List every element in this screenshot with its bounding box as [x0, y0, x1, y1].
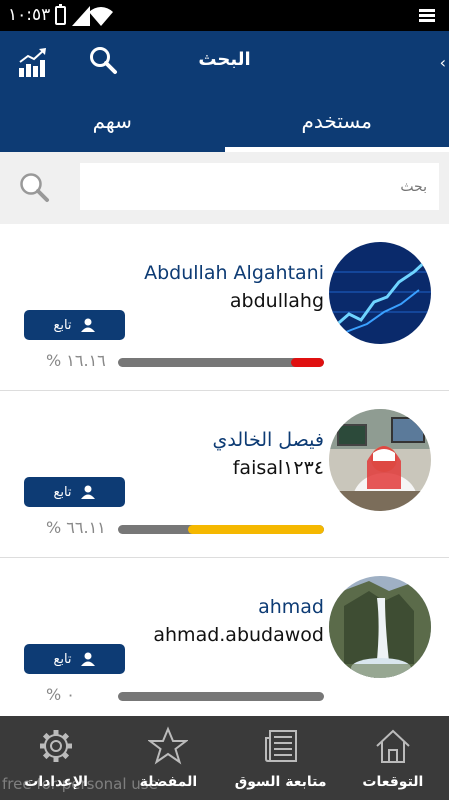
list-item[interactable]: Abdullah Algahtani abdullahg تابع % ١٦.١…	[0, 224, 449, 391]
add-user-icon	[80, 485, 95, 499]
user-name[interactable]: ahmad	[258, 596, 324, 618]
accuracy-percent: % ٠	[46, 685, 75, 704]
page-title: البحث	[198, 49, 251, 70]
status-bar: ١٠:٥٣	[0, 0, 449, 31]
tab-bar: سهم مستخدم	[0, 103, 449, 152]
search-icon[interactable]	[18, 171, 50, 203]
list-item[interactable]: فيصل الخالدي faisal١٢٣٤ تابع % ٦٦.١١	[0, 391, 449, 558]
nav-label: متابعة السوق	[234, 774, 327, 790]
search-input[interactable]	[80, 163, 439, 210]
list-item[interactable]: ahmad ahmad.abudawod تابع % ٠	[0, 558, 449, 725]
status-time: ١٠:٥٣	[8, 5, 51, 25]
follow-button[interactable]: تابع	[24, 644, 125, 674]
search-row	[0, 152, 449, 224]
watermark-text: free for personal use	[2, 775, 158, 793]
gear-icon	[40, 730, 73, 762]
tab-stock[interactable]: سهم	[0, 103, 225, 152]
accuracy-bar-fill	[291, 358, 324, 367]
wifi-icon	[89, 7, 113, 26]
accuracy-percent: % ١٦.١٦	[46, 351, 106, 370]
battery-icon	[55, 4, 66, 25]
accuracy-bar	[118, 358, 324, 367]
add-user-icon	[80, 318, 95, 332]
follow-label: تابع	[53, 651, 72, 667]
app-bar: البحث ‹ سهم مستخدم	[0, 31, 449, 152]
user-name[interactable]: فيصل الخالدي	[213, 429, 324, 451]
nav-market-watch[interactable]: متابعة السوق	[225, 716, 337, 800]
back-icon[interactable]: ‹	[440, 53, 446, 72]
user-handle: abdullahg	[229, 290, 324, 312]
follow-label: تابع	[53, 484, 72, 500]
tab-user[interactable]: مستخدم	[224, 103, 449, 152]
house-icon	[376, 729, 410, 763]
nav-predictions[interactable]: التوقعات	[337, 716, 449, 800]
user-handle: faisal١٢٣٤	[232, 457, 324, 479]
star-icon	[147, 726, 190, 765]
avatar	[329, 242, 431, 344]
nav-label: التوقعات	[362, 774, 424, 790]
follow-button[interactable]: تابع	[24, 477, 125, 507]
user-name[interactable]: Abdullah Algahtani	[144, 262, 324, 284]
newspaper-icon	[264, 730, 297, 762]
user-handle: ahmad.abudawod	[153, 624, 324, 646]
follow-button[interactable]: تابع	[24, 310, 125, 340]
overflow-menu-icon[interactable]	[419, 9, 435, 23]
accuracy-percent: % ٦٦.١١	[46, 518, 106, 537]
accuracy-bar-fill	[188, 525, 324, 534]
add-user-icon	[80, 652, 95, 666]
accuracy-bar	[118, 525, 324, 534]
avatar	[329, 409, 431, 511]
follow-label: تابع	[53, 317, 72, 333]
accuracy-bar	[118, 692, 324, 701]
avatar	[329, 576, 431, 678]
user-list: Abdullah Algahtani abdullahg تابع % ١٦.١…	[0, 224, 449, 725]
